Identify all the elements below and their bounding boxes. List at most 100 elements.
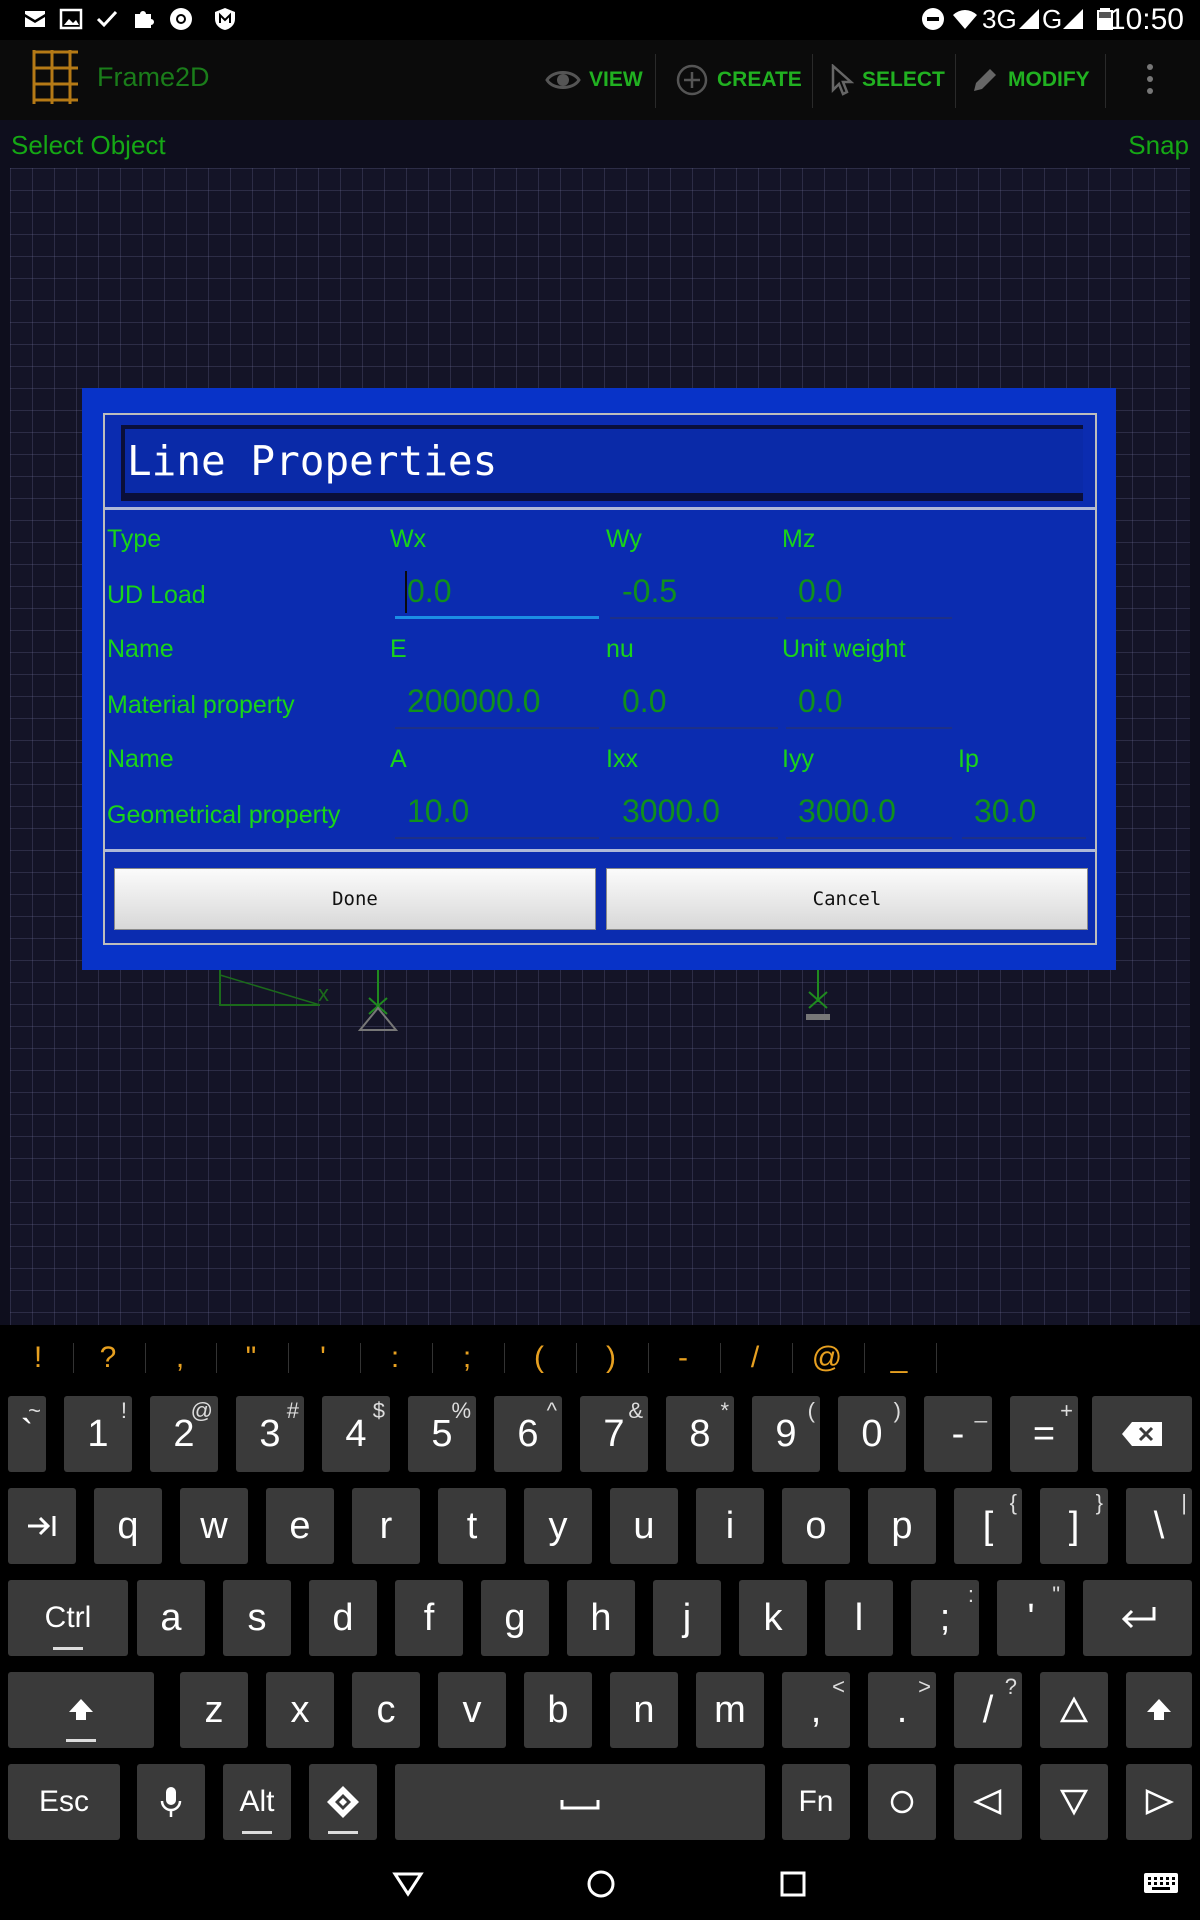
key-j[interactable]: j: [653, 1580, 721, 1656]
key-7[interactable]: 7 &: [580, 1396, 648, 1472]
key-quote[interactable]: ' ": [997, 1580, 1065, 1656]
key-0[interactable]: 0): [838, 1396, 906, 1472]
suggestion-semicolon[interactable]: ;: [432, 1335, 502, 1381]
geometry-ip-input[interactable]: 30.0: [962, 783, 1086, 839]
key-i[interactable]: i: [696, 1488, 764, 1564]
suggestion-slash[interactable]: /: [720, 1335, 790, 1381]
geometry-ixx-input[interactable]: 3000.0: [610, 783, 778, 839]
key-semicolon[interactable]: ;:: [911, 1580, 979, 1656]
key-2[interactable]: 2 @: [150, 1396, 218, 1472]
overflow-menu-icon[interactable]: [1143, 60, 1157, 100]
arrow-up-key[interactable]: [1040, 1672, 1108, 1748]
view-menu-button[interactable]: VIEW: [545, 58, 643, 102]
key-c[interactable]: c: [352, 1672, 420, 1748]
arrow-left-key[interactable]: [954, 1764, 1022, 1840]
arrow-down-key[interactable]: [1040, 1764, 1108, 1840]
key-l[interactable]: l: [825, 1580, 893, 1656]
key-4[interactable]: 4 $: [322, 1396, 390, 1472]
create-menu-button[interactable]: CREATE: [675, 58, 802, 102]
voice-input-key[interactable]: [137, 1764, 205, 1840]
shift-key-left[interactable]: [8, 1672, 154, 1748]
key-equals[interactable]: = +: [1010, 1396, 1078, 1472]
suggestion-underscore[interactable]: _: [864, 1335, 934, 1381]
space-key[interactable]: [395, 1764, 765, 1840]
ud-load-wy-input[interactable]: -0.5: [610, 563, 778, 619]
key-b[interactable]: b: [524, 1672, 592, 1748]
select-menu-button[interactable]: SELECT: [830, 58, 945, 102]
key-a[interactable]: a: [137, 1580, 205, 1656]
shift-key-right[interactable]: [1126, 1672, 1192, 1748]
menu-diamond-key[interactable]: [309, 1764, 377, 1840]
suggestion-exclamation[interactable]: !: [3, 1335, 73, 1381]
key-k[interactable]: k: [739, 1580, 807, 1656]
material-e-input[interactable]: 200000.0: [395, 673, 599, 729]
modify-menu-button[interactable]: MODIFY: [970, 58, 1090, 102]
pin-support-icon[interactable]: [355, 970, 405, 1050]
key-v[interactable]: v: [438, 1672, 506, 1748]
material-nu-input[interactable]: 0.0: [610, 673, 778, 729]
snap-toggle[interactable]: Snap: [1128, 130, 1189, 161]
suggestion-dash[interactable]: -: [648, 1335, 718, 1381]
alt-key[interactable]: Alt: [223, 1764, 291, 1840]
key-3[interactable]: 3 #: [236, 1396, 304, 1472]
key-t[interactable]: t: [438, 1488, 506, 1564]
key-8[interactable]: 8 *: [666, 1396, 734, 1472]
key-backtick[interactable]: ` ~: [8, 1396, 46, 1472]
key-n[interactable]: n: [610, 1672, 678, 1748]
cancel-button[interactable]: Cancel: [606, 868, 1088, 930]
key-comma[interactable]: , <: [782, 1672, 850, 1748]
arrow-right-key[interactable]: [1126, 1764, 1192, 1840]
recents-icon[interactable]: [779, 1870, 807, 1898]
suggestion-question[interactable]: ?: [73, 1335, 143, 1381]
key-q[interactable]: q: [94, 1488, 162, 1564]
key-e[interactable]: e: [266, 1488, 334, 1564]
key-1[interactable]: 1!: [64, 1396, 132, 1472]
geometry-iyy-input[interactable]: 3000.0: [786, 783, 952, 839]
key-5[interactable]: 5%: [408, 1396, 476, 1472]
backspace-key[interactable]: [1092, 1396, 1192, 1472]
key-minus[interactable]: - _: [924, 1396, 992, 1472]
fn-key[interactable]: Fn: [782, 1764, 850, 1840]
esc-key[interactable]: Esc: [8, 1764, 120, 1840]
suggestion-double-quote[interactable]: ": [216, 1335, 286, 1381]
enter-key[interactable]: [1083, 1580, 1192, 1656]
suggestion-at[interactable]: @: [792, 1335, 862, 1381]
key-6[interactable]: 6 ^: [494, 1396, 562, 1472]
key-p[interactable]: p: [868, 1488, 936, 1564]
suggestion-open-paren[interactable]: (: [504, 1335, 574, 1381]
key-slash[interactable]: /?: [954, 1672, 1022, 1748]
key-r[interactable]: r: [352, 1488, 420, 1564]
home-circle-key[interactable]: [868, 1764, 936, 1840]
key-y[interactable]: y: [524, 1488, 592, 1564]
key-d[interactable]: d: [309, 1580, 377, 1656]
key-x[interactable]: x: [266, 1672, 334, 1748]
ud-load-wx-input[interactable]: 0.0: [395, 563, 599, 619]
key-open-bracket[interactable]: [{: [954, 1488, 1022, 1564]
suggestion-comma[interactable]: ,: [145, 1335, 215, 1381]
key-z[interactable]: z: [180, 1672, 248, 1748]
suggestion-close-paren[interactable]: ): [576, 1335, 646, 1381]
key-s[interactable]: s: [223, 1580, 291, 1656]
key-g[interactable]: g: [481, 1580, 549, 1656]
key-9[interactable]: 9(: [752, 1396, 820, 1472]
tab-key[interactable]: [8, 1488, 76, 1564]
key-h[interactable]: h: [567, 1580, 635, 1656]
home-icon[interactable]: [585, 1868, 617, 1900]
ctrl-key[interactable]: Ctrl: [8, 1580, 128, 1656]
key-period[interactable]: . >: [868, 1672, 936, 1748]
material-unit-weight-input[interactable]: 0.0: [786, 673, 952, 729]
suggestion-single-quote[interactable]: ': [288, 1335, 358, 1381]
done-button[interactable]: Done: [114, 868, 596, 930]
key-close-bracket[interactable]: ]}: [1040, 1488, 1108, 1564]
ud-load-mz-input[interactable]: 0.0: [786, 563, 952, 619]
key-u[interactable]: u: [610, 1488, 678, 1564]
key-w[interactable]: w: [180, 1488, 248, 1564]
roller-support-icon[interactable]: [800, 970, 850, 1040]
geometry-a-input[interactable]: 10.0: [395, 783, 599, 839]
suggestion-colon[interactable]: :: [360, 1335, 430, 1381]
key-f[interactable]: f: [395, 1580, 463, 1656]
key-o[interactable]: o: [782, 1488, 850, 1564]
keyboard-switch-icon[interactable]: [1143, 1872, 1179, 1898]
back-icon[interactable]: [392, 1870, 424, 1898]
key-m[interactable]: m: [696, 1672, 764, 1748]
